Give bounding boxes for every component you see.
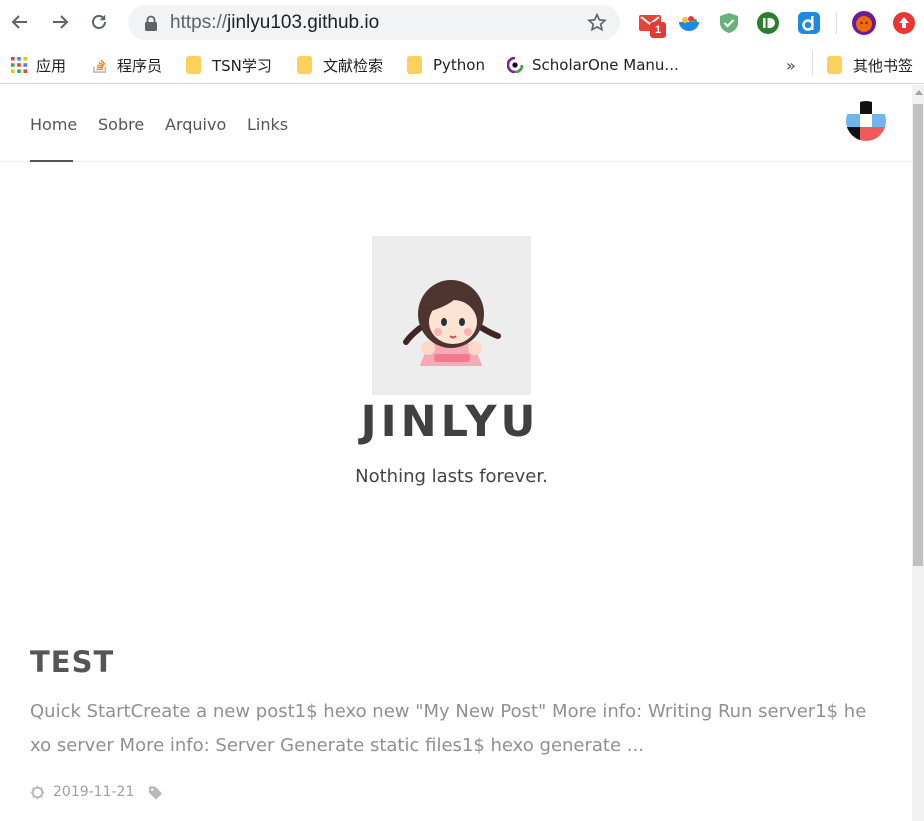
browser-toolbar: https://jinlyu103.github.io 1	[0, 0, 924, 46]
folder-icon	[407, 56, 422, 74]
toolbar-separator	[836, 12, 837, 34]
stackoverflow-icon	[92, 59, 107, 73]
nav-sobre[interactable]: Sobre	[98, 115, 144, 134]
url-host: jinlyu103.github.io	[227, 12, 380, 33]
bookmark-other-folder[interactable]: 其他书签	[827, 54, 913, 76]
gmail-extension[interactable]: 1	[638, 11, 666, 38]
scroll-up-arrow-icon[interactable]	[915, 90, 923, 95]
bookmark-folder-python[interactable]: Python	[407, 54, 485, 76]
bookmark-programmer[interactable]: 程序员	[92, 54, 162, 76]
girl-illustration-icon	[372, 236, 531, 395]
id-extension[interactable]	[756, 11, 780, 35]
bookmark-label: 程序员	[117, 56, 163, 75]
bookmarks-bar: 应用 程序员 TSN学习 文献检索 Python ScholarOne Manu…	[0, 46, 924, 84]
post-title[interactable]: TEST	[30, 645, 114, 679]
bookmark-label: ScholarOne Manu...	[532, 56, 679, 74]
nav-links[interactable]: Links	[247, 115, 288, 134]
shield-check-icon	[720, 13, 738, 33]
pixel-logo-icon	[846, 101, 886, 141]
bookmark-apps[interactable]: 应用	[11, 54, 66, 76]
adguard-extension[interactable]	[717, 11, 741, 35]
lock-icon	[145, 15, 157, 31]
calendar-gear-icon	[30, 785, 45, 799]
post-date: 2019-11-21	[53, 784, 135, 800]
url-text[interactable]: https://jinlyu103.github.io	[170, 12, 379, 34]
scholarone-icon	[507, 57, 523, 73]
page-viewport: Home Sobre Arquivo Links JINLYU Nothing …	[0, 85, 912, 821]
bookmark-star-icon[interactable]	[586, 12, 608, 34]
reload-button[interactable]	[87, 9, 111, 35]
bookmark-label: 文献检索	[323, 56, 384, 75]
nav-home[interactable]: Home	[30, 115, 77, 134]
dict-extension[interactable]	[797, 11, 821, 35]
site-header: Home Sobre Arquivo Links	[0, 85, 912, 162]
author-avatar	[372, 236, 531, 395]
forward-button[interactable]	[48, 9, 72, 35]
back-button[interactable]	[8, 9, 32, 35]
bookmark-label: 其他书签	[853, 56, 914, 75]
folder-icon	[186, 56, 201, 74]
bookmarks-overflow-chevron[interactable]: »	[786, 56, 796, 75]
upload-arrow-icon	[893, 12, 915, 34]
id-badge-icon	[757, 12, 779, 34]
bookmarks-separator	[812, 51, 813, 75]
bookmark-label: 应用	[36, 56, 67, 75]
page-scrollbar[interactable]	[912, 85, 924, 821]
address-bar[interactable]: https://jinlyu103.github.io	[128, 5, 620, 40]
post-meta: 2019-11-21	[30, 782, 163, 802]
bowl-extension[interactable]	[677, 11, 701, 35]
bookmark-scholarone[interactable]: ScholarOne Manu...	[507, 54, 679, 76]
reload-icon	[92, 15, 106, 29]
bowl-icon	[679, 16, 699, 31]
nav-arquivo[interactable]: Arquivo	[165, 115, 226, 134]
mail-badge: 1	[650, 22, 666, 38]
post-excerpt: Quick StartCreate a new post1$ hexo new …	[30, 701, 867, 756]
arrow-left-icon	[11, 15, 27, 29]
folder-icon	[827, 56, 842, 74]
bookmark-folder-literature[interactable]: 文献检索	[297, 54, 383, 76]
site-subtitle: Nothing lasts forever.	[355, 466, 548, 487]
bookmark-label: Python	[433, 56, 485, 74]
bookmark-folder-tsn[interactable]: TSN学习	[186, 54, 272, 76]
active-nav-indicator	[30, 160, 73, 162]
d-letter-icon	[798, 12, 820, 34]
url-scheme: https://	[170, 12, 228, 33]
site-title: JINLYU	[360, 397, 540, 447]
bookmark-label: TSN学习	[212, 56, 272, 75]
arrow-right-icon	[53, 15, 69, 29]
profile-avatar-icon	[852, 11, 876, 35]
site-logo[interactable]	[846, 101, 886, 141]
profile-avatar[interactable]	[852, 11, 876, 35]
folder-icon	[297, 56, 312, 74]
apps-grid-icon	[11, 57, 27, 73]
tag-icon[interactable]	[148, 785, 163, 800]
update-extension[interactable]	[892, 11, 916, 35]
scrollbar-thumb[interactable]	[913, 104, 923, 566]
